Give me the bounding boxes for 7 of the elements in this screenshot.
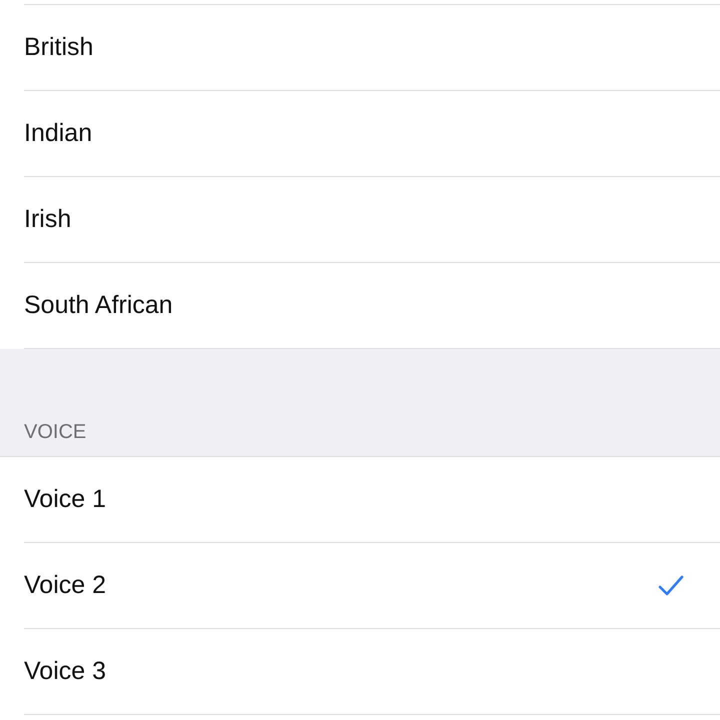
voice-option[interactable]: Voice 1 (24, 457, 720, 543)
accent-option[interactable]: Indian (24, 91, 720, 177)
accent-option[interactable]: Irish (24, 177, 720, 263)
voice-option[interactable]: Voice 3 (24, 629, 720, 715)
accent-option[interactable]: British (24, 5, 720, 91)
voice-option[interactable]: Voice 2 (24, 543, 720, 629)
section-header: VOICE (24, 421, 86, 444)
